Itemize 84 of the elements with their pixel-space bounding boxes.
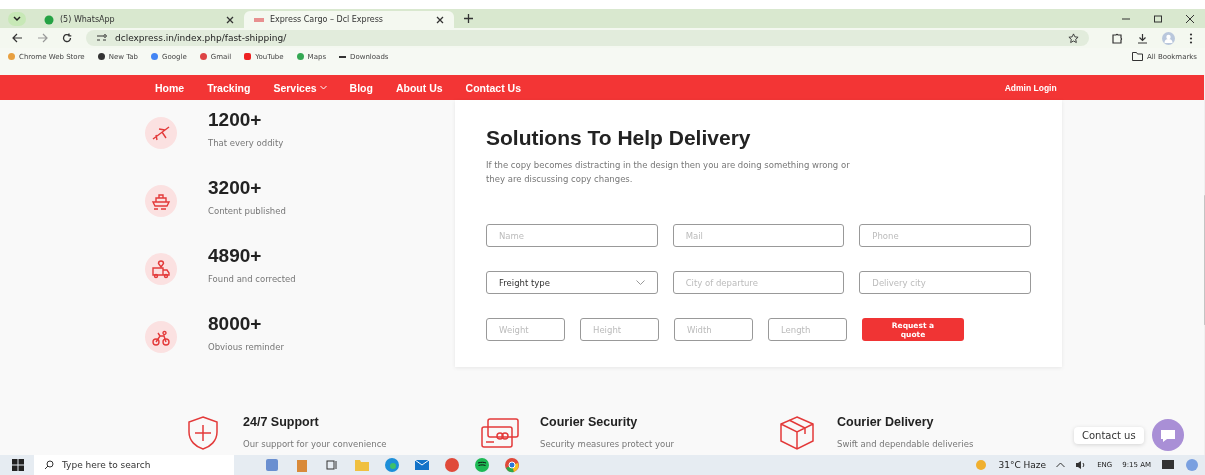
star-icon[interactable]	[1068, 32, 1079, 44]
maximize-icon[interactable]	[1153, 13, 1163, 24]
favicon-icon	[254, 16, 264, 23]
stat-number: 1200+	[208, 110, 263, 130]
chevron-down-icon[interactable]	[635, 280, 645, 285]
new-tab-icon[interactable]	[464, 14, 473, 23]
weather-text[interactable]: 31°C Haze	[998, 460, 1047, 470]
chrome-icon[interactable]	[504, 457, 520, 473]
task-view-icon[interactable]	[324, 457, 340, 473]
input-field[interactable]: Mail	[672, 224, 845, 247]
browser-tab[interactable]: Express Cargo – Dcl Express	[244, 11, 454, 28]
browser-icon[interactable]	[384, 457, 400, 473]
bookmark-icon	[151, 53, 158, 60]
close-icon[interactable]	[1185, 13, 1195, 24]
feature-description: Our support for your convenience	[243, 439, 387, 449]
stat-caption: Found and corrected	[208, 274, 296, 284]
close-tab-icon[interactable]	[226, 15, 234, 24]
nav-link[interactable]: Blog	[349, 81, 373, 94]
forward-icon[interactable]	[37, 33, 48, 43]
input-field[interactable]: Name	[486, 224, 658, 247]
mail-icon[interactable]	[414, 457, 430, 473]
music-app-icon[interactable]	[474, 457, 490, 473]
nav-link[interactable]: Contact Us	[465, 81, 522, 94]
puzzle-icon[interactable]	[1111, 32, 1123, 44]
feature-description: Security measures protect your	[540, 439, 675, 449]
nav-link[interactable]: Services	[273, 81, 327, 94]
address-field[interactable]: dclexpress.in/index.php/fast-shipping/	[86, 30, 1089, 46]
site-settings-icon[interactable]	[96, 34, 107, 42]
search-icon	[44, 460, 54, 470]
input-field[interactable]: Width	[674, 318, 753, 341]
stat-number: 8000+	[208, 314, 263, 334]
nav-link[interactable]: Tracking	[207, 81, 251, 94]
app-icon[interactable]	[294, 457, 310, 473]
freight-type-select[interactable]: Freight type	[486, 271, 658, 294]
stat-caption: Obvious reminder	[208, 342, 284, 352]
folder-icon	[1132, 52, 1143, 61]
bike-icon	[145, 321, 177, 353]
reload-icon[interactable]	[62, 33, 72, 43]
input-field[interactable]: Delivery city	[859, 271, 1031, 294]
feature-title: Courier Delivery	[837, 415, 935, 429]
app-icon[interactable]	[264, 457, 280, 473]
favicon-icon	[44, 14, 54, 25]
plane-icon	[145, 117, 177, 149]
tab-list-caret-icon[interactable]	[13, 15, 21, 22]
input-field[interactable]: Length	[768, 318, 847, 341]
truck-icon	[145, 253, 177, 285]
bookmark-icon	[97, 53, 105, 60]
feature-title: 24/7 Support	[243, 415, 320, 429]
browser-tab[interactable]: (5) WhatsApp	[34, 11, 244, 28]
bookmark-icon	[8, 53, 15, 60]
input-field[interactable]: City of departure	[672, 271, 845, 294]
nav-link[interactable]: Home	[155, 81, 185, 94]
scrollbar-thumb[interactable]	[1203, 195, 1205, 325]
form-title: Solutions To Help Delivery	[486, 126, 752, 150]
form-description: If the copy becomes distracting in the design then you are doing something wrong or they are discussing copy changes.	[486, 159, 851, 186]
input-field[interactable]: Weight	[486, 318, 565, 341]
card-icon	[480, 415, 520, 451]
bookmark-icon	[296, 53, 304, 60]
admin-login-link[interactable]: Admin Login	[1004, 82, 1057, 93]
input-field[interactable]: Phone	[859, 224, 1031, 247]
close-tab-icon[interactable]	[436, 15, 444, 24]
windows-start-icon[interactable]	[12, 459, 24, 471]
menu-icon[interactable]	[1189, 32, 1193, 44]
stat-number: 4890+	[208, 246, 263, 266]
bookmark-icon	[244, 53, 252, 60]
input-field[interactable]: Height	[580, 318, 659, 341]
box-icon	[777, 415, 817, 451]
taskbar-search-field[interactable]: Type here to search	[34, 455, 234, 475]
app-icon[interactable]	[444, 457, 460, 473]
chevron-up-icon[interactable]	[1056, 462, 1066, 468]
notification-icon[interactable]	[1161, 459, 1175, 471]
stat-caption: That every oddity	[208, 138, 284, 148]
contact-us-label[interactable]: Contact us	[1074, 427, 1144, 444]
bookmark-icon	[339, 55, 347, 58]
stat-number: 3200+	[208, 178, 263, 198]
bookmark-icon	[199, 53, 207, 60]
feature-title: Courier Security	[540, 415, 639, 429]
nav-link[interactable]: About Us	[395, 81, 443, 94]
weather-sun-icon	[974, 459, 989, 471]
feature-description: Swift and dependable deliveries	[837, 439, 974, 449]
ship-icon	[145, 185, 177, 217]
download-icon[interactable]	[1137, 32, 1148, 44]
stat-caption: Content published	[208, 206, 286, 216]
back-icon[interactable]	[12, 33, 23, 43]
